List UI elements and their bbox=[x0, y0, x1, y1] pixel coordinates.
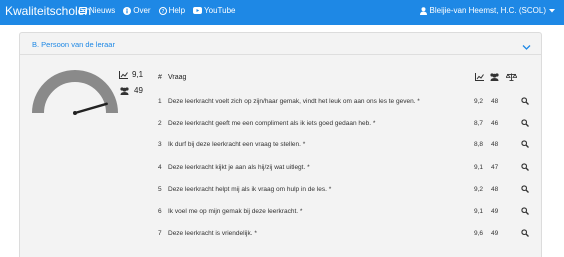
row-count: 49 bbox=[491, 208, 499, 215]
line-chart-icon bbox=[119, 70, 128, 79]
header-users-icon[interactable] bbox=[489, 73, 500, 83]
row-average: 9,1 bbox=[474, 164, 484, 171]
content-area: B. Persoon van de leraar 9,1 49 # Vraag … bbox=[0, 25, 564, 257]
info-icon bbox=[123, 6, 132, 15]
row-question: Ik voel me op mijn gemak bij deze leerkr… bbox=[168, 208, 303, 215]
magnifier-icon[interactable] bbox=[521, 207, 529, 217]
row-count: 46 bbox=[491, 120, 499, 127]
user-icon bbox=[419, 6, 427, 15]
section-header[interactable]: B. Persoon van de leraar bbox=[20, 33, 541, 55]
magnifier-icon[interactable] bbox=[521, 119, 529, 129]
row-number: 6 bbox=[158, 208, 162, 215]
row-count: 49 bbox=[491, 230, 499, 237]
newspaper-icon bbox=[79, 7, 87, 14]
row-count: 48 bbox=[491, 141, 499, 148]
table-row: 3 Ik durf bij deze leerkracht een vraag … bbox=[158, 140, 538, 151]
row-average: 9,6 bbox=[474, 230, 484, 237]
youtube-icon bbox=[193, 7, 203, 14]
table-row: 1 Deze leerkracht voelt zich op zijn/haa… bbox=[158, 97, 538, 108]
row-count: 47 bbox=[491, 164, 499, 171]
table-row: 4 Deze leerkracht kijkt je aan als hij/z… bbox=[158, 163, 538, 174]
gauge-arc bbox=[32, 70, 118, 114]
row-count: 48 bbox=[491, 98, 499, 105]
caret-down-icon bbox=[549, 8, 555, 13]
row-question: Deze leerkracht helpt mij als ik vraag o… bbox=[168, 186, 332, 193]
table-row: 7 Deze leerkracht is vriendelijk. * 9,6 … bbox=[158, 229, 538, 240]
chevron-down-icon[interactable] bbox=[522, 38, 531, 56]
row-average: 9,2 bbox=[474, 98, 484, 105]
users-icon bbox=[119, 86, 130, 95]
nav-news-label: Nieuws bbox=[89, 6, 116, 15]
magnifier-icon[interactable] bbox=[521, 185, 529, 195]
section-title: B. Persoon van de leraar bbox=[32, 40, 115, 49]
row-average: 9,2 bbox=[474, 186, 484, 193]
nav-news[interactable]: Nieuws bbox=[79, 6, 115, 15]
average-value: 9,1 bbox=[132, 70, 144, 79]
row-average: 8,8 bbox=[474, 141, 484, 148]
row-number: 5 bbox=[158, 186, 162, 193]
row-average: 9,1 bbox=[474, 208, 484, 215]
row-average: 8,7 bbox=[474, 120, 484, 127]
table-row: 6 Ik voel me op mijn gemak bij deze leer… bbox=[158, 207, 538, 218]
top-navbar: Kwaliteitscholen Nieuws Over ? Help YouT… bbox=[0, 0, 564, 25]
nav-about[interactable]: Over bbox=[123, 6, 151, 15]
gauge-hub bbox=[73, 111, 77, 115]
nav-help-label: Help bbox=[168, 6, 186, 15]
user-name: Bleijie-van Heemst, H.C. (SCOL) bbox=[429, 6, 546, 15]
table-row: 5 Deze leerkracht helpt mij als ik vraag… bbox=[158, 185, 538, 196]
section-card: B. Persoon van de leraar 9,1 49 # Vraag … bbox=[19, 32, 542, 257]
nav-youtube[interactable]: YouTube bbox=[193, 6, 235, 15]
row-count: 48 bbox=[491, 186, 499, 193]
magnifier-icon[interactable] bbox=[521, 229, 529, 239]
respondents-value: 49 bbox=[134, 86, 143, 95]
magnifier-icon[interactable] bbox=[521, 163, 529, 173]
balance-scale-icon[interactable] bbox=[505, 73, 518, 83]
gauge-needle bbox=[73, 102, 108, 115]
help-icon: ? bbox=[158, 6, 167, 15]
row-number: 1 bbox=[158, 98, 162, 105]
table-row: 2 Deze leerkracht geeft me een complimen… bbox=[158, 119, 538, 130]
nav-help[interactable]: ? Help bbox=[158, 6, 186, 15]
row-question: Deze leerkracht voelt zich op zijn/haar … bbox=[168, 98, 420, 105]
row-question: Deze leerkracht kijkt je aan als hij/zij… bbox=[168, 164, 310, 171]
nav-links: Nieuws Over ? Help YouTube bbox=[79, 6, 235, 15]
row-number: 7 bbox=[158, 230, 162, 237]
magnifier-icon[interactable] bbox=[521, 97, 529, 107]
row-number: 4 bbox=[158, 164, 162, 171]
score-gauge bbox=[28, 69, 122, 122]
nav-about-label: Over bbox=[133, 6, 151, 15]
average-stat: 9,1 bbox=[119, 70, 143, 79]
row-number: 2 bbox=[158, 120, 162, 127]
svg-text:?: ? bbox=[161, 9, 164, 15]
nav-youtube-label: YouTube bbox=[204, 6, 236, 15]
row-question: Deze leerkracht is vriendelijk. * bbox=[168, 230, 257, 237]
row-question: Ik durf bij deze leerkracht een vraag te… bbox=[168, 141, 306, 148]
magnifier-icon[interactable] bbox=[521, 140, 529, 150]
respondents-stat: 49 bbox=[119, 86, 143, 95]
user-menu[interactable]: Bleijie-van Heemst, H.C. (SCOL) bbox=[419, 6, 555, 15]
header-chart-icon[interactable] bbox=[475, 73, 484, 83]
row-question: Deze leerkracht geeft me een compliment … bbox=[168, 120, 376, 127]
header-question: Vraag bbox=[168, 74, 187, 81]
row-number: 3 bbox=[158, 141, 162, 148]
header-number: # bbox=[158, 74, 162, 81]
